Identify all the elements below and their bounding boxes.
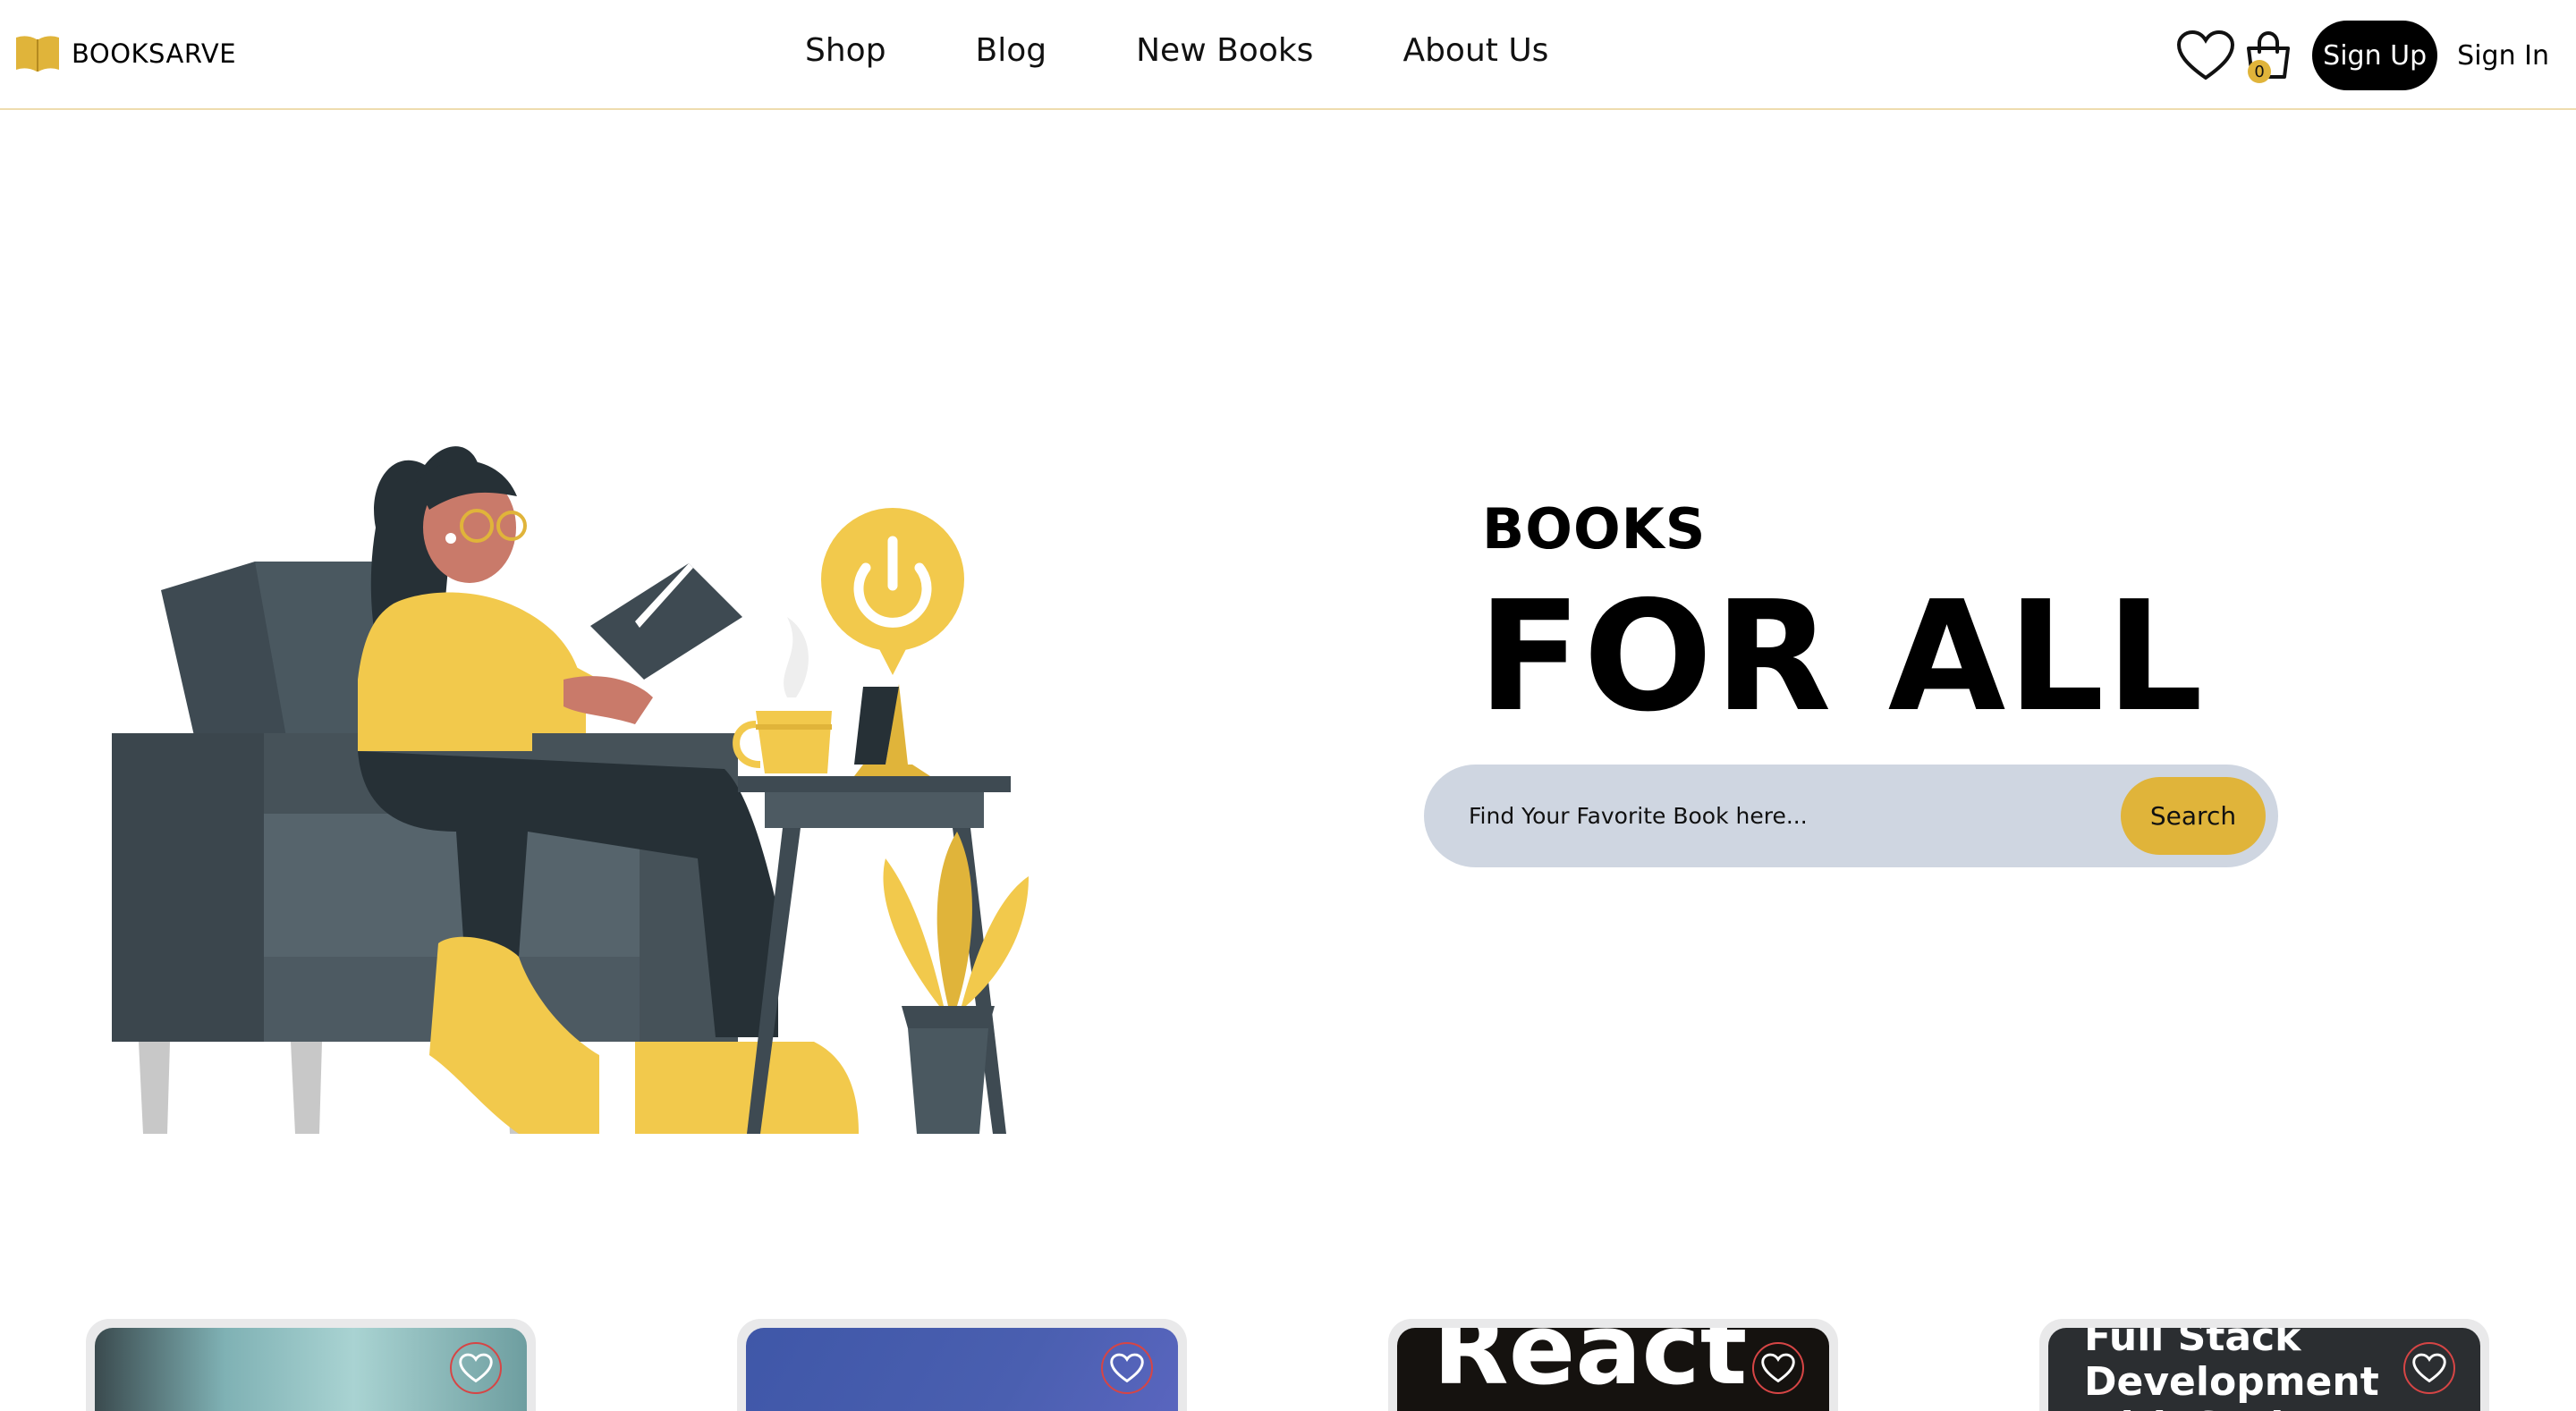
sign-up-button[interactable]: Sign Up (2312, 21, 2438, 90)
book-cover (746, 1328, 1178, 1411)
card-wishlist-button[interactable] (1752, 1342, 1804, 1394)
book-cards: React Full Stack Development with Spring (0, 1319, 2576, 1411)
book-card[interactable]: React (1388, 1319, 1838, 1411)
navbar: BOOKSARVE Shop Blog New Books About Us 0… (0, 0, 2576, 110)
heart-icon (2412, 1353, 2446, 1383)
nav-about-us[interactable]: About Us (1402, 32, 1548, 69)
sign-in-link[interactable]: Sign In (2457, 40, 2549, 72)
card-wishlist-button[interactable] (2403, 1342, 2455, 1394)
book-card[interactable]: Full Stack Development with Spring (2039, 1319, 2489, 1411)
cart-count-badge: 0 (2248, 60, 2272, 83)
heart-icon (1110, 1353, 1144, 1383)
heart-icon (459, 1353, 493, 1383)
nav-actions: 0 Sign Up Sign In (2174, 20, 2549, 91)
heart-icon (1761, 1353, 1795, 1383)
main-nav: Shop Blog New Books About Us (805, 32, 1548, 69)
nav-new-books[interactable]: New Books (1136, 32, 1313, 69)
cart-button[interactable]: 0 (2237, 24, 2300, 87)
brand-logo[interactable]: BOOKSARVE (13, 30, 236, 77)
book-card[interactable] (737, 1319, 1187, 1411)
wishlist-button[interactable] (2174, 24, 2237, 87)
book-cover-text: React (1433, 1328, 1748, 1407)
nav-shop[interactable]: Shop (805, 32, 886, 69)
book-card[interactable] (86, 1319, 536, 1411)
brand-name: BOOKSARVE (72, 38, 237, 69)
search-bar: Search (1424, 765, 2278, 867)
book-cover-text: Full Stack Development with Spring (2084, 1328, 2379, 1411)
reading-woman-illustration (112, 446, 1029, 1134)
card-wishlist-button[interactable] (1101, 1342, 1153, 1394)
book-cover (95, 1328, 527, 1411)
nav-blog[interactable]: Blog (976, 32, 1047, 69)
card-wishlist-button[interactable] (450, 1342, 502, 1394)
book-cover: Full Stack Development with Spring (2048, 1328, 2480, 1411)
hero-subtitle: BOOKS (1482, 496, 1707, 562)
book-cover: React (1397, 1328, 1829, 1411)
search-button[interactable]: Search (2121, 777, 2266, 855)
heart-icon (2177, 30, 2235, 80)
hero-title: FOR ALL (1478, 569, 2205, 746)
search-input[interactable] (1469, 791, 2077, 841)
book-logo-icon (16, 36, 59, 72)
